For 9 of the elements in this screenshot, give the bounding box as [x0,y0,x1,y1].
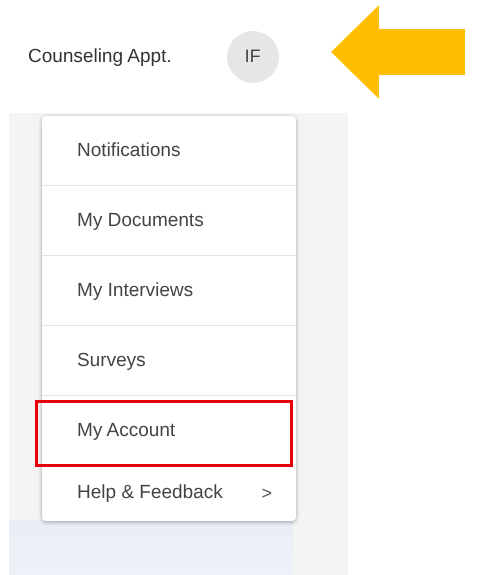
menu-item[interactable]: My Interviews [42,256,296,326]
menu-item[interactable]: Surveys [42,326,296,396]
menu-item[interactable]: Notifications [42,116,296,186]
user-avatar[interactable]: IF [226,30,279,82]
menu-item[interactable]: My Account [42,396,296,465]
chevron-icon: > [261,482,272,504]
page-title: Counseling Appt. [28,46,172,68]
menu-item[interactable]: Help & Feedback > [42,465,296,521]
menu-item[interactable]: My Documents [42,186,296,256]
